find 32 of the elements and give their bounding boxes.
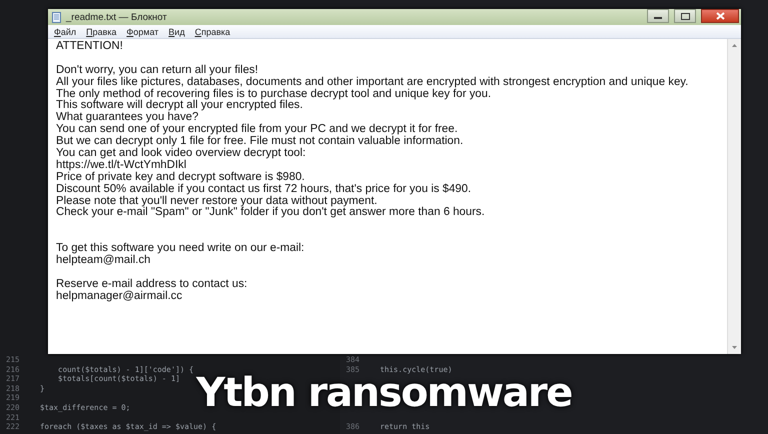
document-line: The only method of recovering files is to purchase decrypt tool and unique key for you. [56, 88, 492, 100]
document-line: This software will decrypt all your encrypted files. [56, 100, 303, 112]
window-title: _readme.txt — Блокнот [66, 12, 167, 22]
document-line: But we can decrypt only 1 file for free. File must not contain valuable information. [56, 136, 464, 148]
scrollbar[interactable] [727, 39, 741, 354]
document-line: Discount 50% available if you contact us first 72 hours, that's price for you is $490. [56, 184, 472, 196]
document-line: Price of private key and decrypt software is $980. [56, 172, 306, 184]
close-icon [716, 12, 724, 20]
maximize-button[interactable] [674, 9, 696, 23]
document-line: helpteam@mail.ch [56, 255, 152, 267]
document-icon [52, 12, 61, 22]
menu-item[interactable]: Файл [54, 26, 76, 36]
minimize-button[interactable] [647, 9, 669, 23]
document-line: Reserve e-mail address to contact us: [56, 278, 248, 290]
menu-item[interactable]: Вид [168, 26, 185, 36]
caption-title: Ytbn ransomware [196, 372, 572, 414]
document-line: To get this software you need write on our e-mail: [56, 243, 306, 254]
document-line: You can get and look video overview decrypt tool: [56, 148, 307, 160]
document-line: All your files like pictures, databases, documents and other important are encrypted with strongest encryption and unique key. [56, 76, 690, 88]
document-line: Check your e-mail "Spam" or "Junk" folder if you don't get answer more than 6 hours. [56, 207, 486, 220]
menu-item[interactable]: Справка [194, 26, 230, 36]
document-line: You can send one of your encrypted file from your PC and we decrypt it for free. [56, 124, 459, 136]
document-line: ATTENTION! [56, 41, 124, 53]
maximize-icon [680, 12, 690, 20]
document-line: helpmanager@airmail.cc [56, 290, 184, 303]
document-line: Please note that you'll never restore your data without payment. [56, 196, 378, 207]
close-button[interactable] [701, 9, 739, 23]
menu-item[interactable]: Правка [86, 26, 117, 36]
document-line: https://we.tl/t-WctYmhDIkl [56, 160, 188, 172]
document-line: Don't worry, you can return all your files! [56, 64, 260, 76]
menu-item[interactable]: Формат [126, 26, 159, 36]
document-line: What guarantees you have? [56, 112, 200, 124]
